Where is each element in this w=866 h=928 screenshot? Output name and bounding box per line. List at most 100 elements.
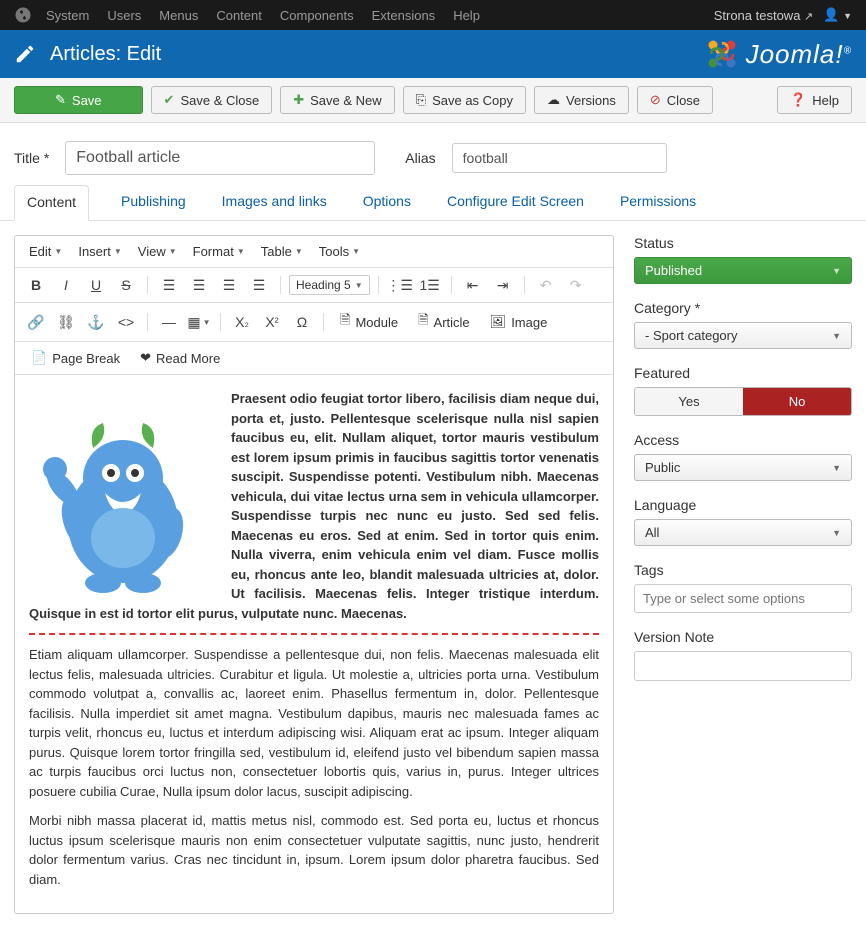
align-left-button[interactable]: ☰ [156, 273, 182, 297]
article-paragraph-2: Etiam aliquam ullamcorper. Suspendisse a… [29, 645, 599, 801]
editor-toolbar-2: 🔗 ⛓ ⚓ <> — ▦▼ X₂ X² Ω 🗎Module 🗎Article 🖼… [15, 303, 613, 342]
help-button[interactable]: ❓Help [777, 86, 852, 114]
bold-button[interactable]: B [23, 273, 49, 297]
save-close-button[interactable]: ✔Save & Close [151, 86, 273, 114]
plus-icon: ✚ [293, 92, 304, 108]
unlink-button[interactable]: ⛓ [53, 310, 79, 334]
featured-yes[interactable]: Yes [635, 388, 743, 415]
alias-input[interactable] [452, 143, 667, 173]
underline-button[interactable]: U [83, 273, 109, 297]
cancel-icon: ⊘ [650, 92, 661, 108]
tab-configure-edit[interactable]: Configure Edit Screen [443, 185, 588, 220]
admin-topnav: System Users Menus Content Components Ex… [0, 0, 866, 30]
insert-module-button[interactable]: 🗎Module [332, 308, 406, 336]
topnav-components[interactable]: Components [280, 8, 354, 23]
sidebar-options: Status Published▼ Category * - Sport cat… [634, 235, 852, 914]
status-select[interactable]: Published▼ [634, 257, 852, 284]
topnav-content[interactable]: Content [216, 8, 262, 23]
title-label: Title * [14, 150, 49, 166]
editor-menu-table[interactable]: Table▼ [255, 241, 309, 262]
strikethrough-button[interactable]: S [113, 273, 139, 297]
topnav-menu: System Users Menus Content Components Ex… [46, 8, 480, 23]
bullet-list-button[interactable]: ⋮☰ [387, 273, 413, 297]
language-label: Language [634, 497, 852, 513]
save-new-button[interactable]: ✚Save & New [280, 86, 394, 114]
joomla-icon [14, 6, 32, 24]
table-button[interactable]: ▦▼ [186, 310, 212, 334]
tab-publishing[interactable]: Publishing [117, 185, 190, 220]
title-input[interactable] [65, 141, 375, 175]
topnav-system[interactable]: System [46, 8, 89, 23]
pagebreak-button[interactable]: 📄Page Break [23, 347, 128, 369]
chevron-down-icon: ❤ [140, 350, 151, 366]
featured-label: Featured [634, 365, 852, 381]
subscript-button[interactable]: X₂ [229, 310, 255, 334]
chevron-down-icon: ▼ [832, 331, 841, 341]
featured-no[interactable]: No [743, 388, 851, 415]
pencil-icon [14, 43, 36, 65]
tab-options[interactable]: Options [359, 185, 415, 220]
save-button[interactable]: ✎Save [14, 86, 143, 114]
chevron-down-icon: ▼ [832, 528, 841, 538]
editor-content-area[interactable]: Praesent odio feugiat tortor libero, fac… [15, 375, 613, 913]
close-button[interactable]: ⊘Close [637, 86, 713, 114]
special-char-button[interactable]: Ω [289, 310, 315, 334]
tab-content[interactable]: Content [14, 185, 89, 221]
align-justify-button[interactable]: ☰ [246, 273, 272, 297]
wysiwyg-editor: Edit▼ Insert▼ View▼ Format▼ Table▼ Tools… [14, 235, 614, 914]
user-menu[interactable]: 👤 ▼ [823, 7, 852, 23]
joomla-logo-icon [704, 36, 740, 72]
pagebreak-icon: 📄 [31, 350, 47, 366]
topnav-extensions[interactable]: Extensions [372, 8, 436, 23]
readmore-button[interactable]: ❤Read More [132, 347, 228, 369]
tab-images-links[interactable]: Images and links [218, 185, 331, 220]
anchor-button[interactable]: ⚓ [83, 310, 109, 334]
page-header: Articles: Edit Joomla!® [0, 30, 866, 78]
align-center-button[interactable]: ☰ [186, 273, 212, 297]
save-copy-button[interactable]: ⎘Save as Copy [403, 86, 526, 114]
topnav-menus[interactable]: Menus [159, 8, 198, 23]
featured-toggle[interactable]: Yes No [634, 387, 852, 416]
outdent-button[interactable]: ⇤ [460, 273, 486, 297]
editor-toolbar-3: 📄Page Break ❤Read More [15, 342, 613, 375]
versions-button[interactable]: ☁Versions [534, 86, 629, 114]
editor-menu-edit[interactable]: Edit▼ [23, 241, 68, 262]
version-note-input[interactable] [634, 651, 852, 681]
tab-permissions[interactable]: Permissions [616, 185, 700, 220]
site-name-link[interactable]: Strona testowa ↗ [714, 8, 814, 23]
editor-menu-format[interactable]: Format▼ [187, 241, 251, 262]
access-select[interactable]: Public▼ [634, 454, 852, 481]
action-toolbar: ✎Save ✔Save & Close ✚Save & New ⎘Save as… [0, 78, 866, 123]
format-select[interactable]: Heading 5▼ [289, 275, 370, 295]
undo-button[interactable]: ↶ [533, 273, 559, 297]
tags-input[interactable] [634, 584, 852, 613]
image-icon: 🖼 [490, 314, 507, 330]
insert-image-button[interactable]: 🖼Image [482, 311, 556, 333]
status-label: Status [634, 235, 852, 251]
number-list-button[interactable]: 1☰ [417, 273, 443, 297]
editor-menu-insert[interactable]: Insert▼ [72, 241, 127, 262]
readmore-separator [29, 633, 599, 635]
category-label: Category * [634, 300, 852, 316]
redo-button[interactable]: ↷ [563, 273, 589, 297]
check-icon: ✔ [164, 92, 175, 108]
file-icon: 🗎 [340, 311, 350, 333]
code-button[interactable]: <> [113, 310, 139, 334]
external-link-icon: ↗ [804, 11, 813, 23]
insert-article-button[interactable]: 🗎Article [410, 308, 478, 336]
align-right-button[interactable]: ☰ [216, 273, 242, 297]
topnav-help[interactable]: Help [453, 8, 480, 23]
superscript-button[interactable]: X² [259, 310, 285, 334]
edit-tabs: Content Publishing Images and links Opti… [0, 185, 866, 221]
editor-menu-view[interactable]: View▼ [132, 241, 183, 262]
language-select[interactable]: All▼ [634, 519, 852, 546]
alias-label: Alias [405, 150, 435, 166]
italic-button[interactable]: I [53, 273, 79, 297]
indent-button[interactable]: ⇥ [490, 273, 516, 297]
category-select[interactable]: - Sport category▼ [634, 322, 852, 349]
editor-menubar: Edit▼ Insert▼ View▼ Format▼ Table▼ Tools… [15, 236, 613, 268]
link-button[interactable]: 🔗 [23, 310, 49, 334]
topnav-users[interactable]: Users [107, 8, 141, 23]
hr-button[interactable]: — [156, 310, 182, 334]
editor-menu-tools[interactable]: Tools▼ [313, 241, 366, 262]
